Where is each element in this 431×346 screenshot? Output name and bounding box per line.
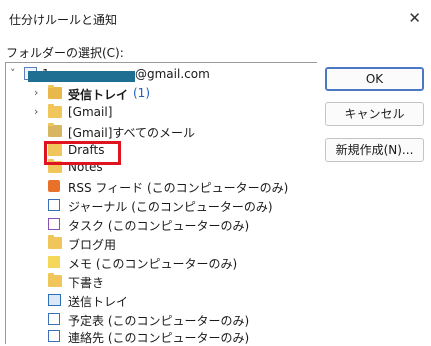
close-icon[interactable]: ✕ xyxy=(408,9,421,27)
folder-icon xyxy=(48,85,62,99)
tree-item-label: 連絡先 (このコンピューターのみ) xyxy=(68,331,250,345)
tree-account-row[interactable]: ˅ 1 @gmail.com xyxy=(6,66,306,84)
dialog-titlebar: 仕分けルールと通知 ✕ xyxy=(0,5,431,33)
tree-item-label: RSS フィード (このコンピューターのみ) xyxy=(68,181,289,195)
folder-icon xyxy=(48,235,62,249)
tree-item-contacts[interactable]: 連絡先 (このコンピューターのみ) xyxy=(6,328,306,346)
contacts-icon xyxy=(48,330,60,342)
calendar-icon xyxy=(48,313,60,325)
tree-item-label: [Gmail]すべてのメール xyxy=(68,126,196,140)
tree-item-label: メモ (このコンピューターのみ) xyxy=(68,257,238,271)
tree-item-label: [Gmail] xyxy=(68,105,113,119)
chevron-right-icon[interactable]: › xyxy=(34,105,38,118)
memo-icon xyxy=(48,256,60,268)
folder-tree[interactable]: ˅ 1 @gmail.com › 受信トレイ (1) › [Gmail] [Gm… xyxy=(5,62,317,346)
tree-item-label: タスク (このコンピューターのみ) xyxy=(68,219,250,233)
inbox-count: (1) xyxy=(133,86,150,100)
tree-item-label: 予定表 (このコンピューターのみ) xyxy=(68,314,250,328)
tree-item-all-mail[interactable]: [Gmail]すべてのメール xyxy=(6,123,306,141)
chevron-right-icon[interactable]: › xyxy=(34,86,38,99)
cancel-button[interactable]: キャンセル xyxy=(325,102,424,126)
redacted-block xyxy=(28,71,135,82)
task-icon xyxy=(48,218,60,230)
folder-icon xyxy=(48,273,62,287)
outbox-icon xyxy=(48,294,61,306)
tree-item-rss[interactable]: RSS フィード (このコンピューターのみ) xyxy=(6,178,306,196)
dialog-title: 仕分けルールと通知 xyxy=(9,13,118,27)
chevron-down-icon[interactable]: ˅ xyxy=(10,67,16,80)
tree-item-outbox[interactable]: 送信トレイ xyxy=(6,292,306,310)
tree-item-tasks[interactable]: タスク (このコンピューターのみ) xyxy=(6,216,306,234)
rss-icon xyxy=(48,180,60,192)
folder-icon xyxy=(48,104,62,118)
folder-icon xyxy=(48,123,62,137)
tree-item-label: 送信トレイ xyxy=(68,295,129,309)
tree-item-blog[interactable]: ブログ用 xyxy=(6,235,306,253)
tree-item-shitagaki[interactable]: 下書き xyxy=(6,273,306,291)
tree-item-calendar[interactable]: 予定表 (このコンピューターのみ) xyxy=(6,311,306,329)
folder-select-label: フォルダーの選択(C): xyxy=(6,46,124,60)
ok-button[interactable]: OK xyxy=(325,67,424,91)
drafts-highlight-box xyxy=(44,141,121,165)
journal-icon xyxy=(48,199,60,211)
tree-item-label: 下書き xyxy=(68,276,105,290)
new-folder-button[interactable]: 新規作成(N)... xyxy=(325,138,424,162)
account-email: @gmail.com xyxy=(135,67,210,81)
tree-item-label: ブログ用 xyxy=(68,238,117,252)
tree-item-journal[interactable]: ジャーナル (このコンピューターのみ) xyxy=(6,197,306,215)
tree-item-gmail[interactable]: › [Gmail] xyxy=(6,104,306,122)
tree-item-inbox[interactable]: › 受信トレイ (1) xyxy=(6,85,306,103)
tree-item-label: ジャーナル (このコンピューターのみ) xyxy=(68,200,273,214)
tree-item-memo[interactable]: メモ (このコンピューターのみ) xyxy=(6,254,306,272)
inbox-label: 受信トレイ xyxy=(68,88,129,102)
